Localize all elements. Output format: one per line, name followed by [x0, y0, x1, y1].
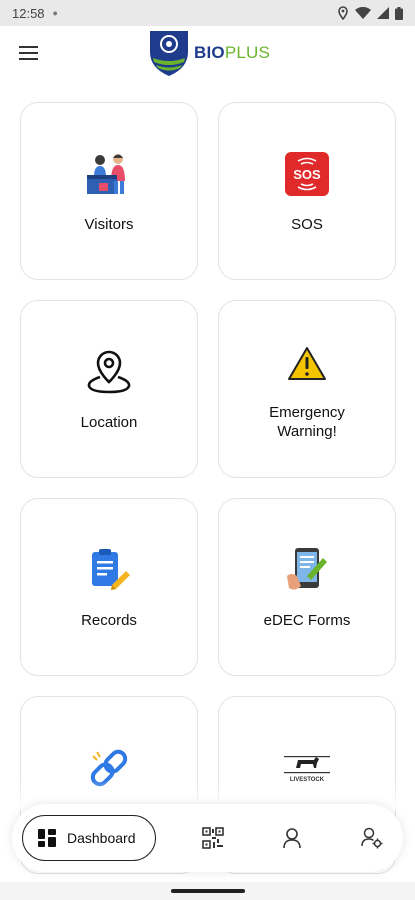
edec-forms-icon — [287, 548, 327, 590]
battery-icon — [395, 6, 403, 20]
tile-label: Emergency Warning! — [269, 404, 345, 440]
tile-visitors[interactable]: Visitors — [20, 102, 198, 280]
user-icon — [283, 828, 301, 849]
logo-wordmark: BIOPLUS — [194, 43, 271, 62]
tile-label: Location — [80, 414, 138, 431]
dashboard-icon — [38, 829, 56, 847]
app-header: BIOPLUS — [0, 26, 415, 82]
menu-line — [19, 52, 38, 54]
nav-profile-button[interactable] — [280, 826, 304, 850]
tile-records[interactable]: Records — [20, 498, 198, 676]
bottom-navigation: Dashboard — [12, 804, 403, 872]
warning-icon — [288, 347, 326, 380]
tile-label: Records — [81, 612, 137, 629]
records-clipboard-icon — [92, 549, 130, 590]
tile-edec-forms[interactable]: eDEC Forms — [218, 498, 396, 676]
notification-dot-icon: ● — [52, 8, 58, 18]
status-time: 12:58 — [12, 5, 45, 21]
signal-icon — [377, 7, 389, 19]
tile-label: SOS — [291, 216, 323, 233]
hamburger-menu-button[interactable] — [14, 40, 44, 66]
tile-location[interactable]: Location — [20, 300, 198, 478]
nav-qr-code-button[interactable] — [201, 826, 225, 850]
tile-emergency-warning[interactable]: Emergency Warning! — [218, 300, 396, 478]
bioplus-shield-icon — [150, 31, 188, 76]
nav-user-settings-button[interactable] — [360, 826, 384, 850]
user-settings-icon — [361, 827, 383, 849]
location-status-icon — [338, 6, 348, 20]
qr-code-icon — [202, 827, 224, 849]
status-bar: 12:58 ● — [0, 0, 415, 26]
tile-sos[interactable]: SOS SOS — [218, 102, 396, 280]
location-pin-icon — [87, 350, 131, 394]
tile-label: eDEC Forms — [263, 612, 351, 629]
nav-dashboard-label: Dashboard — [67, 830, 136, 846]
visitors-icon — [87, 154, 125, 194]
menu-line — [19, 46, 38, 48]
svg-text:SOS: SOS — [293, 167, 321, 182]
home-indicator[interactable] — [171, 889, 245, 893]
app-logo: BIOPLUS — [148, 28, 270, 78]
sos-icon: SOS — [285, 152, 329, 196]
wifi-icon — [355, 6, 371, 19]
menu-line — [19, 58, 38, 60]
nav-dashboard-button[interactable]: Dashboard — [22, 815, 156, 861]
tile-label: Visitors — [84, 216, 134, 233]
